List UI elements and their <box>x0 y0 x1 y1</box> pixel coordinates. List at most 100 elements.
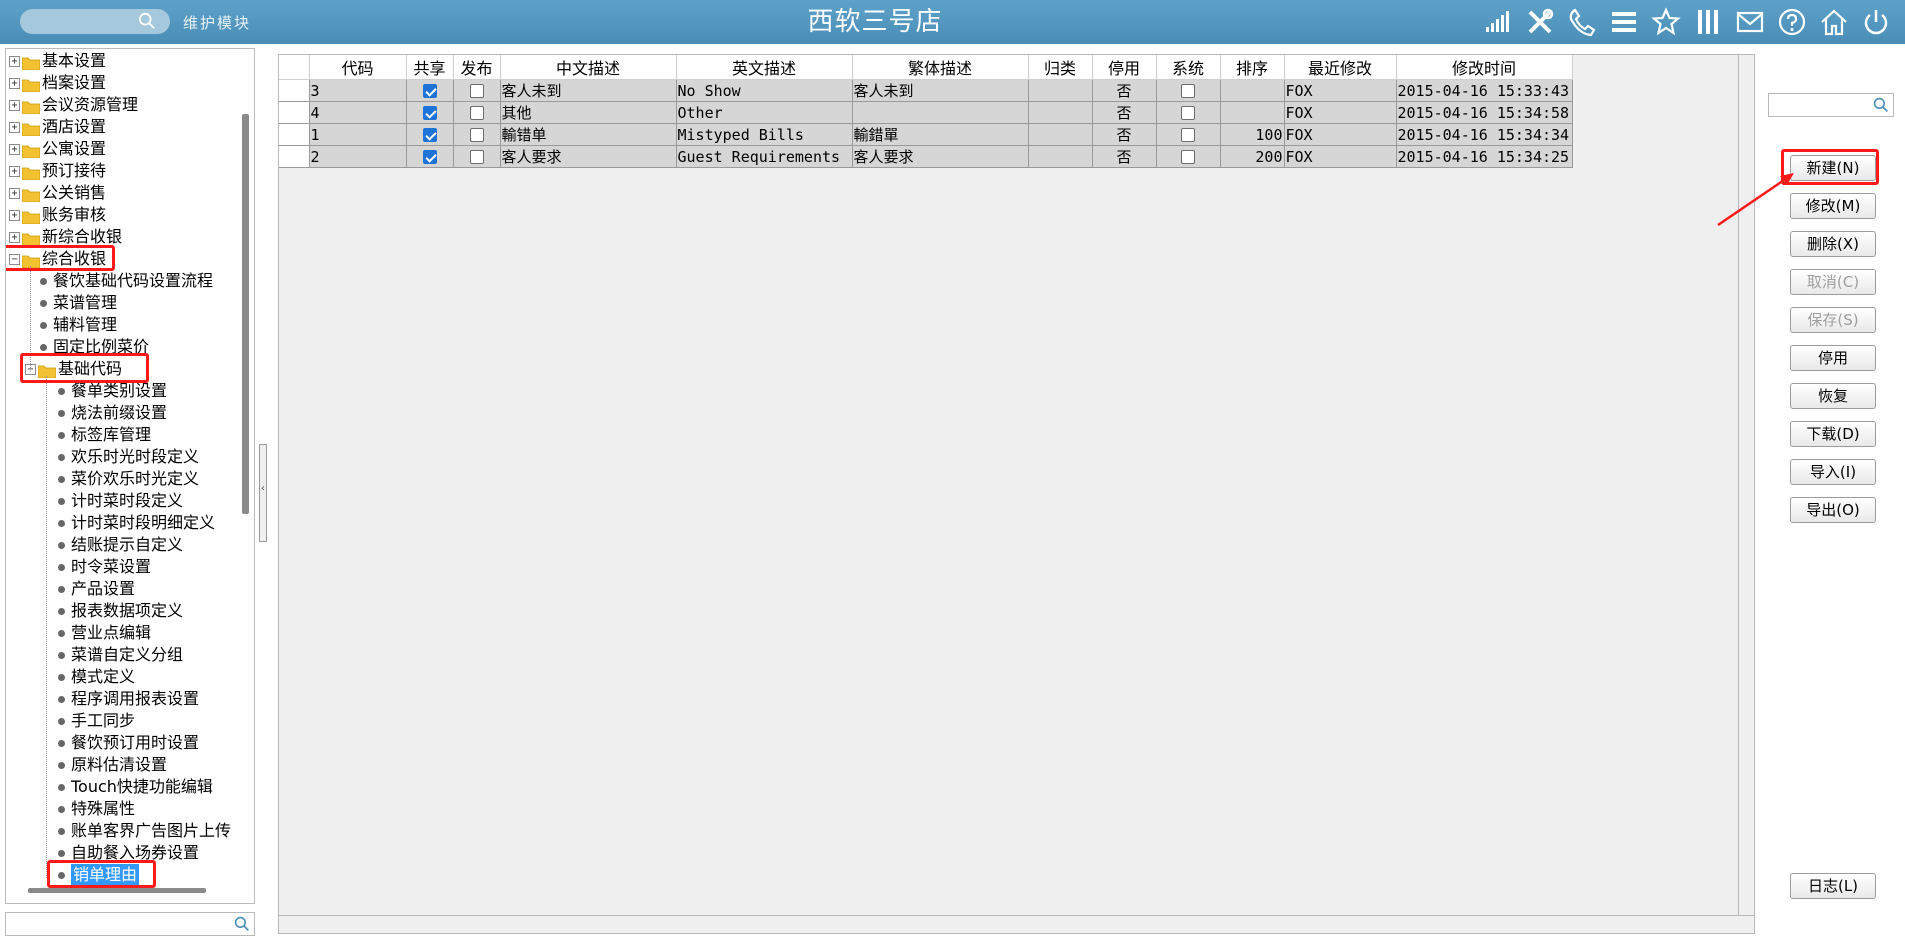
cell-modified-time[interactable]: 2015-04-16 15:34:34 <box>1396 123 1573 146</box>
tree-search-input[interactable] <box>5 912 255 936</box>
cell-code[interactable]: 4 <box>309 101 407 124</box>
phone-icon[interactable] <box>1565 5 1599 39</box>
cell-shared-checkbox[interactable] <box>406 123 454 146</box>
cell-disabled[interactable]: 否 <box>1092 145 1157 168</box>
cell-disabled[interactable]: 否 <box>1092 101 1157 124</box>
tree-item[interactable]: 菜谱自定义分组 <box>6 644 242 666</box>
cell-english-desc[interactable]: Guest Requirements <box>676 145 853 168</box>
tree-folder-item[interactable]: + 预订接待 <box>6 160 242 182</box>
checkbox-unchecked-icon[interactable] <box>469 84 484 98</box>
tree-item[interactable]: 产品设置 <box>6 578 242 600</box>
delete-button[interactable]: 删除(X) <box>1790 231 1876 257</box>
log-button[interactable]: 日志(L) <box>1790 873 1876 899</box>
column-header[interactable]: 归类 <box>1028 55 1093 80</box>
row-header[interactable] <box>279 123 310 146</box>
cell-publish-checkbox[interactable] <box>453 145 501 168</box>
tree-item[interactable]: Touch快捷功能编辑 <box>6 776 242 798</box>
expand-icon[interactable]: + <box>9 78 20 89</box>
expand-icon[interactable]: + <box>9 166 20 177</box>
download-button[interactable]: 下载(D) <box>1790 421 1876 447</box>
star-icon[interactable] <box>1649 5 1683 39</box>
column-header[interactable]: 最近修改 <box>1284 55 1397 80</box>
column-header[interactable]: 共享 <box>406 55 454 80</box>
column-header[interactable]: 中文描述 <box>500 55 677 80</box>
tree-folder-item[interactable]: + 档案设置 <box>6 72 242 94</box>
cell-category[interactable] <box>1028 101 1093 124</box>
cell-disabled[interactable]: 否 <box>1092 79 1157 102</box>
cell-modified-time[interactable]: 2015-04-16 15:34:58 <box>1396 101 1573 124</box>
tree-item[interactable]: 原料估清设置 <box>6 754 242 776</box>
cell-modifier[interactable]: FOX <box>1284 101 1397 124</box>
checkbox-unchecked-icon[interactable] <box>469 128 484 142</box>
cell-traditional-desc[interactable]: 客人要求 <box>852 145 1029 168</box>
cell-modified-time[interactable]: 2015-04-16 15:34:25 <box>1396 145 1573 168</box>
tree-item[interactable]: 餐饮预订用时设置 <box>6 732 242 754</box>
grid-search-input[interactable] <box>1768 93 1894 117</box>
cell-modified-time[interactable]: 2015-04-16 15:33:43 <box>1396 79 1573 102</box>
cell-modifier[interactable]: FOX <box>1284 145 1397 168</box>
table-row[interactable]: 1 輸错单 Mistyped Bills 輸錯單 否 100 FOX 2015-04-16 1… <box>279 123 1573 146</box>
table-row[interactable]: 2 客人要求 Guest Requirements 客人要求 否 200 FOX 2015-0… <box>279 145 1573 168</box>
cell-traditional-desc[interactable]: 客人未到 <box>852 79 1029 102</box>
table-row[interactable]: 3 客人未到 No Show 客人未到 否 FOX 2015-04-16 15:33:43 <box>279 79 1573 102</box>
module-search[interactable] <box>20 9 170 34</box>
cell-shared-checkbox[interactable] <box>406 145 454 168</box>
checkbox-unchecked-icon[interactable] <box>1181 106 1195 120</box>
tree-folder-item[interactable]: + 账务审核 <box>6 204 242 226</box>
tree-folder-item[interactable]: + 公关销售 <box>6 182 242 204</box>
cell-english-desc[interactable]: No Show <box>676 79 853 102</box>
expand-icon[interactable]: + <box>9 56 20 67</box>
column-header[interactable]: 停用 <box>1092 55 1157 80</box>
cell-sort[interactable]: 100 <box>1220 123 1285 146</box>
column-header[interactable]: 排序 <box>1220 55 1285 80</box>
cell-system-checkbox[interactable] <box>1156 145 1221 168</box>
column-header[interactable]: 系统 <box>1156 55 1221 80</box>
cell-modifier[interactable]: FOX <box>1284 123 1397 146</box>
expand-icon[interactable]: + <box>9 144 20 155</box>
cell-sort[interactable] <box>1220 101 1285 124</box>
cell-code[interactable]: 1 <box>309 123 407 146</box>
tree-folder-item[interactable]: + 公寓设置 <box>6 138 242 160</box>
cell-chinese-desc[interactable]: 其他 <box>500 101 677 124</box>
cell-system-checkbox[interactable] <box>1156 123 1221 146</box>
tree-folder-item[interactable]: + 基本设置 <box>6 50 242 72</box>
tree-item[interactable]: 报表数据项定义 <box>6 600 242 622</box>
column-header[interactable]: 英文描述 <box>676 55 853 80</box>
cell-category[interactable] <box>1028 123 1093 146</box>
disable-button[interactable]: 停用 <box>1790 345 1876 371</box>
cell-chinese-desc[interactable]: 客人未到 <box>500 79 677 102</box>
expand-icon[interactable]: + <box>9 232 20 243</box>
cancel-button[interactable]: 取消(C) <box>1790 269 1876 295</box>
expand-icon[interactable]: + <box>9 100 20 111</box>
cell-code[interactable]: 3 <box>309 79 407 102</box>
columns-icon[interactable] <box>1691 5 1725 39</box>
table-row[interactable]: 4 其他 Other 否 FOX 2015-04-16 15:34:58 <box>279 101 1573 124</box>
tree-item[interactable]: 辅料管理 <box>6 314 242 336</box>
expand-icon[interactable]: + <box>9 210 20 221</box>
power-icon[interactable] <box>1859 5 1893 39</box>
checkbox-unchecked-icon[interactable] <box>469 106 484 120</box>
tree-item[interactable]: 结账提示自定义 <box>6 534 242 556</box>
tree-item[interactable]: 账单客界广告图片上传 <box>6 820 242 842</box>
row-header[interactable] <box>279 145 310 168</box>
checkbox-checked-icon[interactable] <box>422 150 437 164</box>
tree-item[interactable]: 手工同步 <box>6 710 242 732</box>
signal-icon[interactable] <box>1481 5 1515 39</box>
menu-icon[interactable] <box>1607 5 1641 39</box>
checkbox-checked-icon[interactable] <box>422 106 437 120</box>
tools-icon[interactable] <box>1523 5 1557 39</box>
cell-publish-checkbox[interactable] <box>453 79 501 102</box>
export-button[interactable]: 导出(O) <box>1790 497 1876 523</box>
search-icon[interactable] <box>1873 97 1889 113</box>
tree-item[interactable]: 时令菜设置 <box>6 556 242 578</box>
cell-disabled[interactable]: 否 <box>1092 123 1157 146</box>
checkbox-unchecked-icon[interactable] <box>469 150 484 164</box>
cell-category[interactable] <box>1028 145 1093 168</box>
tree-folder-item[interactable]: + 酒店设置 <box>6 116 242 138</box>
checkbox-checked-icon[interactable] <box>422 84 437 98</box>
checkbox-unchecked-icon[interactable] <box>1181 84 1195 98</box>
cell-modifier[interactable]: FOX <box>1284 79 1397 102</box>
tree-item[interactable]: 营业点编辑 <box>6 622 242 644</box>
cell-traditional-desc[interactable] <box>852 101 1029 124</box>
tree-item[interactable]: 餐饮基础代码设置流程 <box>6 270 242 292</box>
